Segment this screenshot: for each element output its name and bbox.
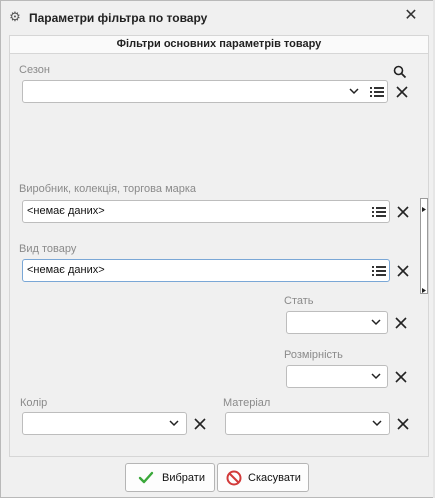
panel-header: Фільтри основних параметрів товару [10,36,428,54]
scroll-up-icon[interactable] [422,203,426,212]
list-icon[interactable] [372,206,386,218]
product-type-value: <немає даних> [27,264,105,276]
list-icon[interactable] [372,265,386,277]
color-label: Колір [20,397,48,409]
season-clear-icon[interactable] [394,84,410,100]
material-combobox[interactable] [225,412,390,435]
cancel-button-label: Скасувати [248,472,301,484]
gender-clear-icon[interactable] [393,315,409,331]
list-icon[interactable] [370,86,384,98]
color-combobox[interactable] [22,412,187,435]
select-button[interactable]: Вибрати [125,463,215,492]
chevron-down-icon[interactable] [370,370,382,382]
checkmark-icon [138,470,154,486]
cancel-button[interactable]: Скасувати [217,463,309,492]
product-type-clear-icon[interactable] [395,263,411,279]
season-combobox[interactable] [22,80,388,103]
chevron-down-icon[interactable] [348,85,360,97]
gear-icon: ⚙ [9,9,21,24]
product-type-field[interactable]: <немає даних> [22,259,390,282]
season-label: Сезон [19,64,50,76]
material-label: Матеріал [223,397,271,409]
chevron-down-icon[interactable] [371,417,383,429]
manufacturer-field[interactable]: <немає даних> [22,200,390,223]
product-type-label: Вид товару [19,243,77,255]
manufacturer-value: <немає даних> [27,205,105,217]
size-grid-clear-icon[interactable] [393,369,409,385]
cancel-icon [226,470,242,486]
search-icon[interactable] [393,65,407,79]
size-grid-combobox[interactable] [286,365,388,388]
close-icon[interactable]: ✕ [402,7,420,25]
material-clear-icon[interactable] [395,416,411,432]
color-clear-icon[interactable] [192,416,208,432]
chevron-down-icon[interactable] [168,417,180,429]
window-title: Параметри фільтра по товару [29,11,208,25]
manufacturer-clear-icon[interactable] [395,204,411,220]
filter-dialog: ⚙ Параметри фільтра по товару ✕ Фільтри … [0,0,435,498]
chevron-down-icon[interactable] [370,316,382,328]
size-grid-label: Розмірність [284,349,343,361]
manufacturer-label: Виробник, колекція, торгова марка [19,183,197,195]
gender-combobox[interactable] [286,311,388,334]
select-button-label: Вибрати [162,472,205,484]
gender-label: Стать [284,295,314,307]
scrollbar[interactable] [420,198,428,294]
title-bar: ⚙ Параметри фільтра по товару ✕ [1,1,434,33]
scroll-down-icon[interactable] [422,284,426,293]
